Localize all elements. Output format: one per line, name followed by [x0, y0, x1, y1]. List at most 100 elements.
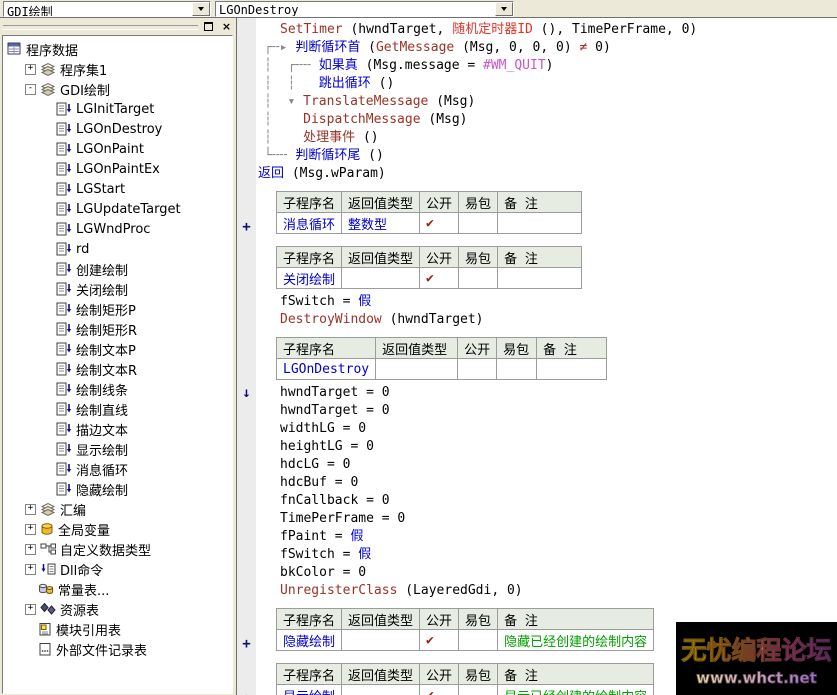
code-line[interactable]: ┆ ┆ 跳出循环 () [256, 75, 837, 93]
fold-expand-marker[interactable]: + [237, 183, 256, 238]
tree-item-程序数据[interactable]: 程序数据 [3, 39, 232, 59]
code-line[interactable]: widthLG = 0 [256, 420, 837, 438]
remark-cell[interactable] [498, 268, 582, 289]
module-combobox[interactable]: GDI绘制 [3, 1, 211, 17]
code-line[interactable]: fSwitch = 假 [256, 546, 837, 564]
expand-icon[interactable]: + [25, 564, 36, 575]
tree-item-汇编[interactable]: +汇编 [3, 499, 232, 519]
tree-item-自定义数据类型[interactable]: +自定义数据类型 [3, 539, 232, 559]
panel-float-button[interactable] [201, 20, 216, 33]
code-line[interactable]: hwndTarget = 0 [256, 402, 837, 420]
code-line[interactable]: fSwitch = 假 [256, 293, 837, 311]
tree-item-Dll命令[interactable]: +Dll命令 [3, 559, 232, 579]
return-type-cell[interactable] [342, 630, 420, 651]
remark-cell[interactable] [498, 213, 582, 234]
code-line[interactable]: fnCallback = 0 [256, 492, 837, 510]
package-cell[interactable] [497, 359, 537, 380]
expand-icon[interactable]: + [25, 64, 36, 75]
module-combobox-value[interactable]: GDI绘制 [4, 2, 192, 16]
return-type-cell[interactable] [342, 268, 420, 289]
package-cell[interactable] [459, 685, 498, 695]
tree-item-创建绘制[interactable]: 创建绘制 [3, 259, 232, 279]
subroutine-name-cell[interactable]: 隐藏绘制 [277, 630, 342, 651]
subroutine-name-cell[interactable]: 显示绘制 [277, 685, 342, 695]
tree-item-模块引用表[interactable]: 模块引用表 [3, 619, 232, 639]
code-line[interactable]: heightLG = 0 [256, 438, 837, 456]
current-line-arrow-icon[interactable]: ↓ [237, 384, 256, 402]
tree-item-LGOnPaint[interactable]: LGOnPaint [3, 139, 232, 159]
remark-cell[interactable] [537, 359, 607, 380]
collapse-icon[interactable]: - [25, 84, 36, 95]
tree-item-LGWndProc[interactable]: LGWndProc [3, 219, 232, 239]
tree-item-程序集1[interactable]: +程序集1 [3, 59, 232, 79]
tree-item-外部文件记录表[interactable]: 外部文件记录表 [3, 639, 232, 659]
code-line[interactable]: ┆ 处理事件 () [256, 129, 837, 147]
tree-item-绘制矩形R[interactable]: 绘制矩形R [3, 319, 232, 339]
code-line[interactable]: ┆ ┌╌╌ 如果真 (Msg.message = #WM_QUIT) [256, 57, 837, 75]
package-cell[interactable] [459, 630, 498, 651]
code-line[interactable]: DestroyWindow (hwndTarget) [256, 311, 837, 329]
code-editor[interactable]: SetTimer (hwndTarget, 随机定时器ID (), TimePe… [236, 18, 837, 695]
subroutine-name-cell[interactable]: 关闭绘制 [277, 268, 342, 289]
code-line[interactable]: └╌╌ 判断循环尾 () [256, 147, 837, 165]
tree-item-LGStart[interactable]: LGStart [3, 179, 232, 199]
subroutine-name-cell[interactable]: LGOnDestroy [277, 359, 376, 380]
tree-item-LGOnPaintEx[interactable]: LGOnPaintEx [3, 159, 232, 179]
code-line[interactable]: hdcLG = 0 [256, 456, 837, 474]
expand-icon[interactable]: + [25, 524, 36, 535]
combobox-dropdown-button[interactable] [192, 2, 210, 16]
return-type-cell[interactable] [342, 685, 420, 695]
return-type-cell[interactable] [376, 359, 458, 380]
code-line[interactable]: fPaint = 假 [256, 528, 837, 546]
tree-item-LGOnDestroy[interactable]: LGOnDestroy [3, 119, 232, 139]
subroutine-name-cell[interactable]: 消息循环 [277, 213, 342, 234]
code-line[interactable]: ┆ ▾ TranslateMessage (Msg) [256, 93, 837, 111]
panel-titlebar[interactable]: × [0, 18, 236, 34]
tree-item-资源表[interactable]: +资源表 [3, 599, 232, 619]
code-line[interactable]: hdcBuf = 0 [256, 474, 837, 492]
tree-item-绘制直线[interactable]: 绘制直线 [3, 399, 232, 419]
code-line[interactable]: ┌╌▸ 判断循环首 (GetMessage (Msg, 0, 0, 0) ≠ 0… [256, 39, 837, 57]
package-cell[interactable] [459, 213, 498, 234]
tree-item-绘制线条[interactable]: 绘制线条 [3, 379, 232, 399]
tree-item-消息循环[interactable]: 消息循环 [3, 459, 232, 479]
tree-item-描边文本[interactable]: 描边文本 [3, 419, 232, 439]
tree-item-rd[interactable]: rd [3, 239, 232, 259]
combobox-dropdown-button[interactable] [495, 2, 513, 16]
code-line[interactable]: SetTimer (hwndTarget, 随机定时器ID (), TimePe… [256, 21, 837, 39]
fold-expand-marker[interactable]: + [237, 600, 256, 655]
expand-icon[interactable]: + [25, 544, 36, 555]
subroutine-combobox-value[interactable]: LGOnDestroy [216, 2, 495, 16]
tree-item-LGInitTarget[interactable]: LGInitTarget [3, 99, 232, 119]
panel-close-button[interactable]: × [219, 20, 234, 33]
expand-icon[interactable]: + [25, 504, 36, 515]
return-type-cell[interactable]: 整数型 [342, 213, 420, 234]
subroutine-combobox[interactable]: LGOnDestroy [215, 1, 514, 17]
program-data-tree[interactable]: 程序数据+程序集1-GDI绘制LGInitTargetLGOnDestroyLG… [2, 35, 233, 694]
tree-item-关闭绘制[interactable]: 关闭绘制 [3, 279, 232, 299]
tree-item-常量表...[interactable]: 常量表... [3, 579, 232, 599]
tree-item-绘制矩形P[interactable]: 绘制矩形P [3, 299, 232, 319]
code-line[interactable]: 返回 (Msg.wParam) [256, 165, 837, 183]
expand-icon[interactable]: + [25, 604, 36, 615]
tree-item-LGUpdateTarget[interactable]: LGUpdateTarget [3, 199, 232, 219]
fold-expand-marker[interactable]: + [237, 655, 256, 695]
tree-item-GDI绘制[interactable]: -GDI绘制 [3, 79, 232, 99]
code-line[interactable]: bkColor = 0 [256, 564, 837, 582]
code-line[interactable]: hwndTarget = 0 [256, 384, 837, 402]
panel-gripper[interactable] [3, 25, 198, 30]
remark-cell[interactable]: 隐藏已经创建的绘制内容 [498, 630, 654, 651]
code-line[interactable]: UnregisterClass (LayeredGdi, 0) [256, 582, 837, 600]
public-check-cell[interactable]: ✔ [420, 685, 459, 695]
public-check-cell[interactable]: ✔ [420, 268, 459, 289]
package-cell[interactable] [459, 268, 498, 289]
public-check-cell[interactable]: ✔ [420, 630, 459, 651]
tree-item-隐藏绘制[interactable]: 隐藏绘制 [3, 479, 232, 499]
public-check-cell[interactable]: ✔ [420, 213, 459, 234]
code-line[interactable]: ┆ DispatchMessage (Msg) [256, 111, 837, 129]
tree-item-显示绘制[interactable]: 显示绘制 [3, 439, 232, 459]
tree-item-绘制文本R[interactable]: 绘制文本R [3, 359, 232, 379]
tree-item-全局变量[interactable]: +全局变量 [3, 519, 232, 539]
code-line[interactable]: TimePerFrame = 0 [256, 510, 837, 528]
public-check-cell[interactable] [458, 359, 497, 380]
